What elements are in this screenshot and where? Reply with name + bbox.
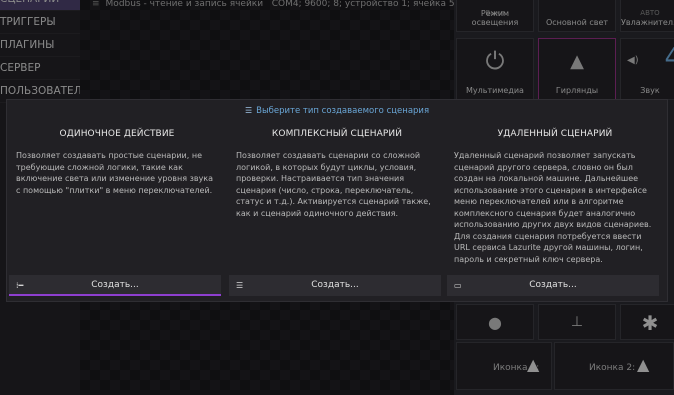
list-icon: ☰	[244, 106, 253, 115]
column-title: УДАЛЕННЫЙ СЦЕНАРИЙ	[497, 129, 613, 139]
create-remote-scenario-button[interactable]: ▭ Создать...	[447, 275, 659, 296]
dialog-header: ☰ Выберите тип создаваемого сценария	[7, 106, 667, 120]
scenario-type-dialog: ☰ Выберите тип создаваемого сценария ОДИН…	[6, 99, 668, 302]
column-description: Удаленный сценарий позволяет запускать с…	[454, 151, 652, 264]
remote-scenario-column: УДАЛЕННЫЙ СЦЕНАРИЙ Удаленный сценарий по…	[447, 126, 663, 296]
column-description: Позволяет создавать простые сценарии, не…	[16, 151, 214, 195]
single-action-icon: ⁞━	[16, 281, 24, 290]
column-title: ОДИНОЧНОЕ ДЕЙСТВИЕ	[59, 129, 175, 139]
column-title: КОМПЛЕКСНЫЙ СЦЕНАРИЙ	[271, 129, 403, 139]
create-complex-scenario-button[interactable]: ☰ Создать...	[229, 275, 441, 296]
monitor-icon: ▭	[454, 281, 462, 290]
create-single-action-button[interactable]: ⁞━ Создать...	[9, 275, 221, 296]
single-action-column: ОДИНОЧНОЕ ДЕЙСТВИЕ Позволяет создавать п…	[9, 126, 225, 296]
list-icon: ☰	[236, 281, 244, 290]
button-label: Создать...	[91, 280, 139, 290]
complex-scenario-column: КОМПЛЕКСНЫЙ СЦЕНАРИЙ Позволяет создавать…	[229, 126, 445, 296]
button-label: Создать...	[529, 280, 577, 290]
button-label: Создать...	[311, 280, 359, 290]
column-description: Позволяет создавать сценарии со сложной …	[236, 151, 431, 218]
dialog-header-text: Выберите тип создаваемого сценария	[256, 106, 430, 116]
